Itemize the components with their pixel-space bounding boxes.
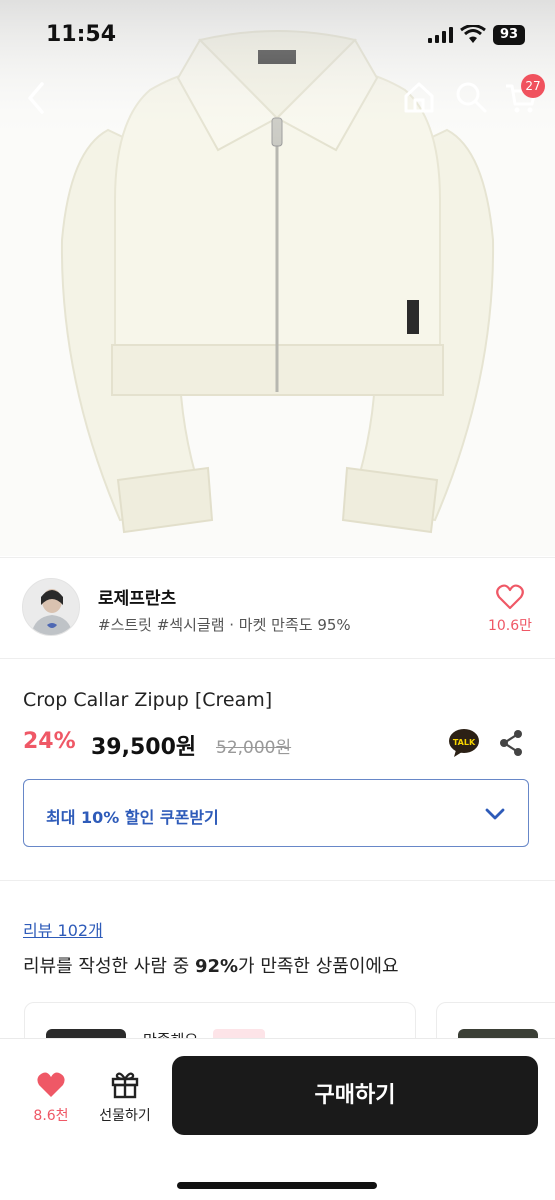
product-title: Crop Callar Zipup [Cream] (23, 689, 273, 711)
cart-count-badge: 27 (521, 74, 545, 98)
signal-icon (428, 27, 453, 43)
heart-filled-icon[interactable] (36, 1071, 66, 1099)
status-time: 11:54 (46, 22, 117, 47)
wifi-icon (460, 25, 486, 43)
heart-outline-icon[interactable] (496, 584, 524, 610)
kakao-talk-icon[interactable]: TALK (448, 728, 480, 758)
status-bar: 11:54 93 (0, 0, 555, 70)
buy-button[interactable]: 구매하기 (172, 1056, 538, 1135)
seller-avatar[interactable] (22, 578, 80, 636)
review-summary-suffix: 가 만족한 상품이에요 (238, 956, 399, 977)
review-summary-prefix: 리뷰를 작성한 사람 중 (23, 956, 195, 977)
share-icon[interactable] (498, 729, 524, 757)
review-satisfaction-rate: 92% (194, 956, 239, 977)
review-summary: 리뷰를 작성한 사람 중 92%가 만족한 상품이에요 (23, 952, 399, 978)
battery-indicator: 93 (493, 25, 525, 45)
chevron-down-icon (485, 808, 505, 820)
gift-icon[interactable] (110, 1069, 140, 1099)
section-divider (0, 880, 555, 881)
seller-row[interactable]: 로제프란츠 #스트릿 #섹시글램 · 마켓 만족도 95% 10.6만 (0, 557, 555, 659)
gift-label[interactable]: 선물하기 (88, 1105, 162, 1125)
discount-rate: 24% (23, 729, 76, 754)
home-indicator (177, 1182, 377, 1189)
svg-text:TALK: TALK (453, 738, 476, 747)
coupon-button[interactable]: 최대 10% 할인 쿠폰받기 (23, 779, 529, 847)
seller-like-count: 10.6만 (487, 618, 533, 634)
bottom-action-bar: 8.6천 선물하기 구매하기 (0, 1038, 555, 1200)
seller-name[interactable]: 로제프란츠 (98, 584, 176, 609)
home-icon[interactable] (402, 80, 436, 114)
favorite-count: 8.6천 (33, 1108, 69, 1124)
review-count-link[interactable]: 리뷰 102개 (23, 917, 103, 941)
sale-price: 39,500원 (91, 735, 197, 760)
back-icon[interactable] (22, 78, 52, 118)
seller-tags: #스트릿 #섹시글램 · 마켓 만족도 95% (98, 616, 351, 634)
search-icon[interactable] (454, 80, 488, 114)
original-price: 52,000원 (216, 738, 292, 758)
coupon-label: 최대 10% 할인 쿠폰받기 (46, 808, 219, 827)
avatar-image (23, 579, 79, 635)
